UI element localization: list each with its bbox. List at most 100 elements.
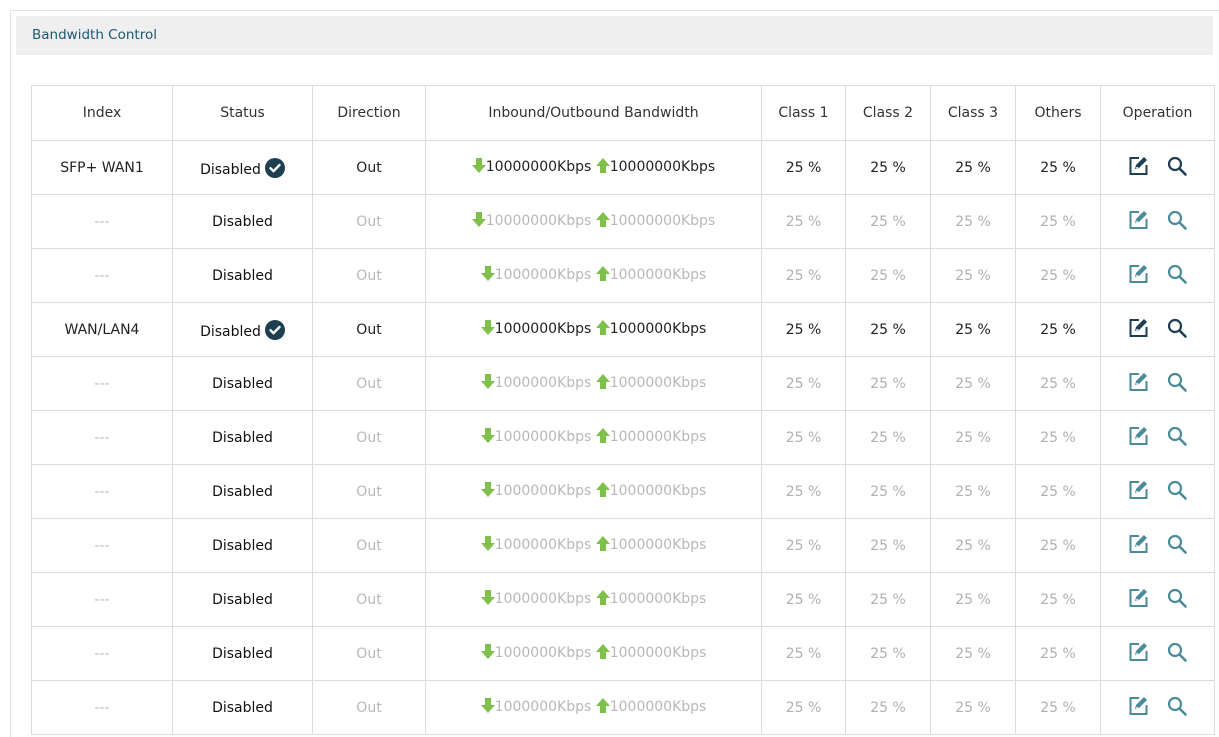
cell-index: ---	[31, 518, 173, 573]
status-text: Disabled	[212, 699, 273, 716]
cell-status: Disabled	[172, 680, 313, 735]
cell-index: ---	[31, 410, 173, 465]
status-text: Disabled	[212, 591, 273, 608]
cell-operation	[1100, 680, 1215, 735]
cell-status: Disabled	[172, 194, 313, 249]
cell-direction: Out	[312, 248, 426, 303]
status-text: Disabled	[212, 429, 273, 446]
table-row[interactable]: --- Disabled Out 1000000Kbps 1000000Kbps 25 …	[31, 572, 1215, 627]
edit-icon[interactable]	[1127, 209, 1149, 235]
cell-direction: Out	[312, 572, 426, 627]
table-row[interactable]: SFP+ WAN1 Disabled Out 10000000Kbps 1000000…	[31, 140, 1215, 195]
cell-direction: Out	[312, 140, 426, 195]
magnifier-icon[interactable]	[1166, 479, 1188, 505]
cell-direction: Out	[312, 464, 426, 519]
cell-others: 25 %	[1015, 518, 1101, 573]
cell-bandwidth: 1000000Kbps 1000000Kbps	[425, 410, 762, 465]
magnifier-icon[interactable]	[1166, 425, 1188, 451]
edit-icon[interactable]	[1127, 587, 1149, 613]
table-row[interactable]: WAN/LAN4 Disabled Out 1000000Kbps 1000000Kb…	[31, 302, 1215, 357]
arrow-up-icon	[595, 644, 610, 663]
edit-icon[interactable]	[1127, 533, 1149, 559]
arrow-down-icon	[471, 158, 486, 177]
cell-index: ---	[31, 356, 173, 411]
cell-operation	[1100, 572, 1215, 627]
status-text: Disabled	[212, 645, 273, 662]
cell-direction: Out	[312, 680, 426, 735]
cell-class3: 25 %	[930, 248, 1016, 303]
magnifier-icon[interactable]	[1166, 155, 1188, 181]
outbound-bandwidth: 1000000Kbps	[609, 591, 707, 607]
edit-icon[interactable]	[1127, 317, 1149, 343]
edit-icon[interactable]	[1127, 155, 1149, 181]
cell-class3: 25 %	[930, 356, 1016, 411]
arrow-up-icon	[595, 374, 610, 393]
magnifier-icon[interactable]	[1166, 695, 1188, 721]
cell-bandwidth: 1000000Kbps 1000000Kbps	[425, 518, 762, 573]
status-text: Disabled	[212, 267, 273, 284]
table-body: SFP+ WAN1 Disabled Out 10000000Kbps 1000000…	[31, 140, 1215, 735]
cell-class2: 25 %	[845, 140, 931, 195]
arrow-down-icon	[480, 482, 495, 501]
cell-class2: 25 %	[845, 248, 931, 303]
cell-class2: 25 %	[845, 464, 931, 519]
arrow-down-icon	[480, 320, 495, 339]
cell-index: ---	[31, 464, 173, 519]
cell-index: ---	[31, 572, 173, 627]
table-row[interactable]: --- Disabled Out 1000000Kbps 1000000Kbps 25 …	[31, 464, 1215, 519]
magnifier-icon[interactable]	[1166, 317, 1188, 343]
magnifier-icon[interactable]	[1166, 533, 1188, 559]
table-header-row: Index Status Direction Inbound/Outbound …	[31, 85, 1215, 141]
inbound-bandwidth: 10000000Kbps	[485, 213, 592, 229]
panel-header: Bandwidth Control	[16, 16, 1213, 55]
column-header-bandwidth: Inbound/Outbound Bandwidth	[425, 85, 762, 141]
magnifier-icon[interactable]	[1166, 371, 1188, 397]
check-circle-icon	[264, 157, 285, 178]
cell-class2: 25 %	[845, 302, 931, 357]
cell-status: Disabled	[172, 302, 313, 357]
edit-icon[interactable]	[1127, 263, 1149, 289]
cell-operation	[1100, 356, 1215, 411]
edit-icon[interactable]	[1127, 479, 1149, 505]
magnifier-icon[interactable]	[1166, 641, 1188, 667]
edit-icon[interactable]	[1127, 425, 1149, 451]
arrow-down-icon	[480, 374, 495, 393]
table-row[interactable]: --- Disabled Out 1000000Kbps 1000000Kbps 25 …	[31, 626, 1215, 681]
cell-operation	[1100, 302, 1215, 357]
cell-others: 25 %	[1015, 302, 1101, 357]
edit-icon[interactable]	[1127, 371, 1149, 397]
inbound-bandwidth: 1000000Kbps	[494, 429, 592, 445]
arrow-up-icon	[595, 590, 610, 609]
table-row[interactable]: --- Disabled Out 10000000Kbps 10000000Kbps 2…	[31, 194, 1215, 249]
cell-class3: 25 %	[930, 680, 1016, 735]
cell-class2: 25 %	[845, 518, 931, 573]
edit-icon[interactable]	[1127, 641, 1149, 667]
column-header-direction: Direction	[312, 85, 426, 141]
cell-class2: 25 %	[845, 572, 931, 627]
magnifier-icon[interactable]	[1166, 587, 1188, 613]
cell-class2: 25 %	[845, 680, 931, 735]
cell-operation	[1100, 194, 1215, 249]
inbound-bandwidth: 1000000Kbps	[494, 537, 592, 553]
magnifier-icon[interactable]	[1166, 209, 1188, 235]
arrow-down-icon	[480, 698, 495, 717]
cell-others: 25 %	[1015, 626, 1101, 681]
outbound-bandwidth: 1000000Kbps	[609, 699, 707, 715]
table-row[interactable]: --- Disabled Out 1000000Kbps 1000000Kbps 25 …	[31, 680, 1215, 735]
magnifier-icon[interactable]	[1166, 263, 1188, 289]
table-row[interactable]: --- Disabled Out 1000000Kbps 1000000Kbps 25 …	[31, 356, 1215, 411]
cell-operation	[1100, 248, 1215, 303]
outbound-bandwidth: 10000000Kbps	[609, 213, 716, 229]
cell-direction: Out	[312, 518, 426, 573]
cell-bandwidth: 1000000Kbps 1000000Kbps	[425, 572, 762, 627]
status-text: Disabled	[200, 323, 261, 340]
cell-index: SFP+ WAN1	[31, 140, 173, 195]
table-row[interactable]: --- Disabled Out 1000000Kbps 1000000Kbps 25 …	[31, 518, 1215, 573]
cell-others: 25 %	[1015, 248, 1101, 303]
inbound-bandwidth: 1000000Kbps	[494, 267, 592, 283]
inbound-bandwidth: 1000000Kbps	[494, 375, 592, 391]
column-header-others: Others	[1015, 85, 1101, 141]
table-row[interactable]: --- Disabled Out 1000000Kbps 1000000Kbps 25 …	[31, 248, 1215, 303]
edit-icon[interactable]	[1127, 695, 1149, 721]
table-row[interactable]: --- Disabled Out 1000000Kbps 1000000Kbps 25 …	[31, 410, 1215, 465]
